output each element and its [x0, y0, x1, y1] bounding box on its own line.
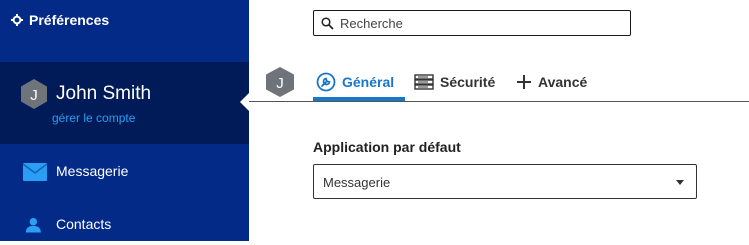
default-app-value: Messagerie: [323, 175, 391, 190]
tab-securite[interactable]: Sécurité: [414, 68, 495, 96]
search-icon: [321, 17, 334, 30]
account-panel: J John Smith gérer le compte: [0, 62, 249, 144]
avatar-initial: J: [276, 75, 284, 92]
search-input[interactable]: [340, 14, 620, 32]
tab-label: Sécurité: [440, 74, 496, 90]
default-app-label: Application par défaut: [313, 139, 461, 155]
sidebar: Préférences J John Smith gérer le compte…: [0, 0, 249, 241]
server-icon: [414, 74, 434, 90]
sidebar-header: Préférences: [0, 0, 249, 62]
tab-avance[interactable]: Avancé: [516, 68, 587, 96]
chevron-down-icon: [676, 180, 684, 185]
tab-label: Avancé: [538, 74, 588, 90]
tab-label: Général: [342, 74, 395, 90]
search-box[interactable]: [313, 10, 631, 36]
tabs-divider: [249, 101, 749, 102]
gear-icon: [11, 14, 23, 26]
sidebar-item-label: Contacts: [56, 216, 112, 232]
account-name: John Smith: [56, 83, 152, 104]
tab-general[interactable]: Général: [316, 68, 394, 96]
sidebar-item-label: Messagerie: [56, 163, 129, 179]
sidebar-item-messagerie[interactable]: Messagerie: [0, 152, 249, 192]
plus-icon: [516, 74, 532, 90]
preferences-title-label: Préférences: [29, 12, 110, 28]
sidebar-item-contacts[interactable]: Contacts: [0, 205, 249, 245]
default-app-select[interactable]: Messagerie: [313, 164, 697, 199]
contacts-icon: [25, 217, 41, 233]
mail-icon: [23, 163, 47, 181]
avatar: J: [266, 67, 294, 97]
avatar-initial: J: [30, 87, 38, 104]
preferences-title: Préférences: [11, 10, 109, 30]
avatar: J: [21, 79, 47, 109]
wrench-icon: [316, 72, 336, 92]
active-account-caret: [240, 93, 249, 111]
manage-account-link[interactable]: gérer le compte: [52, 111, 135, 125]
